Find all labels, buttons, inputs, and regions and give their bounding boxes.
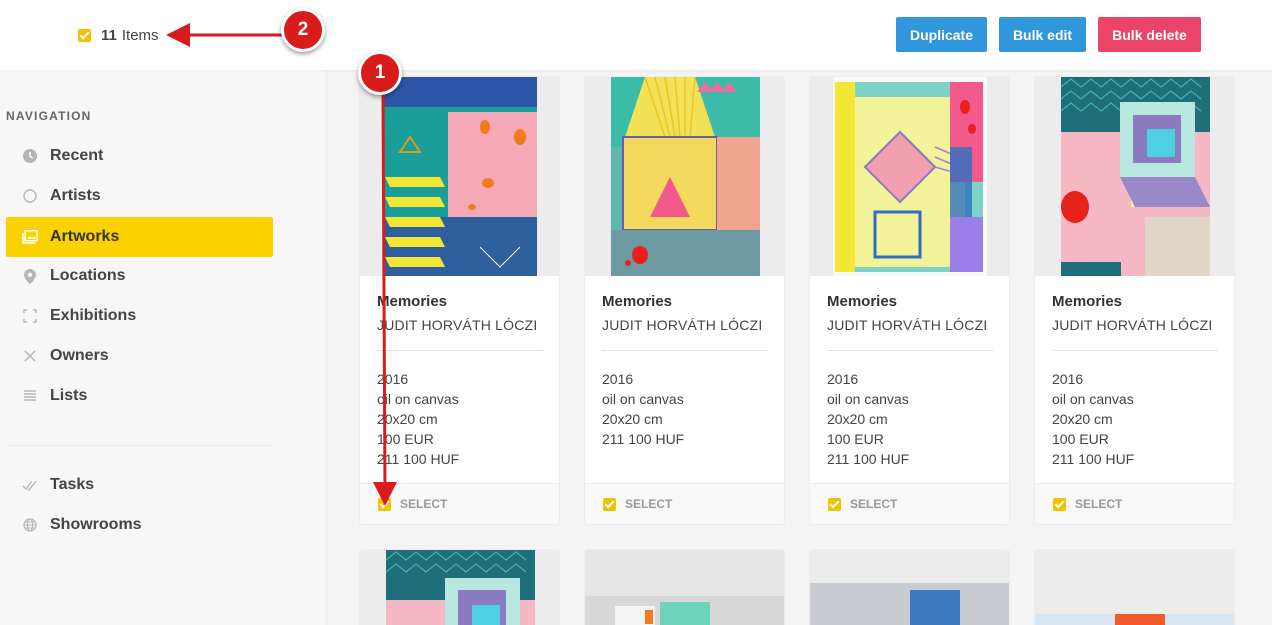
annotation-arrow-1 <box>372 91 397 506</box>
annotation-badge-2: 2 <box>281 8 325 52</box>
annotation-arrows <box>166 23 397 506</box>
annotation-badge-1: 1 <box>358 51 402 95</box>
